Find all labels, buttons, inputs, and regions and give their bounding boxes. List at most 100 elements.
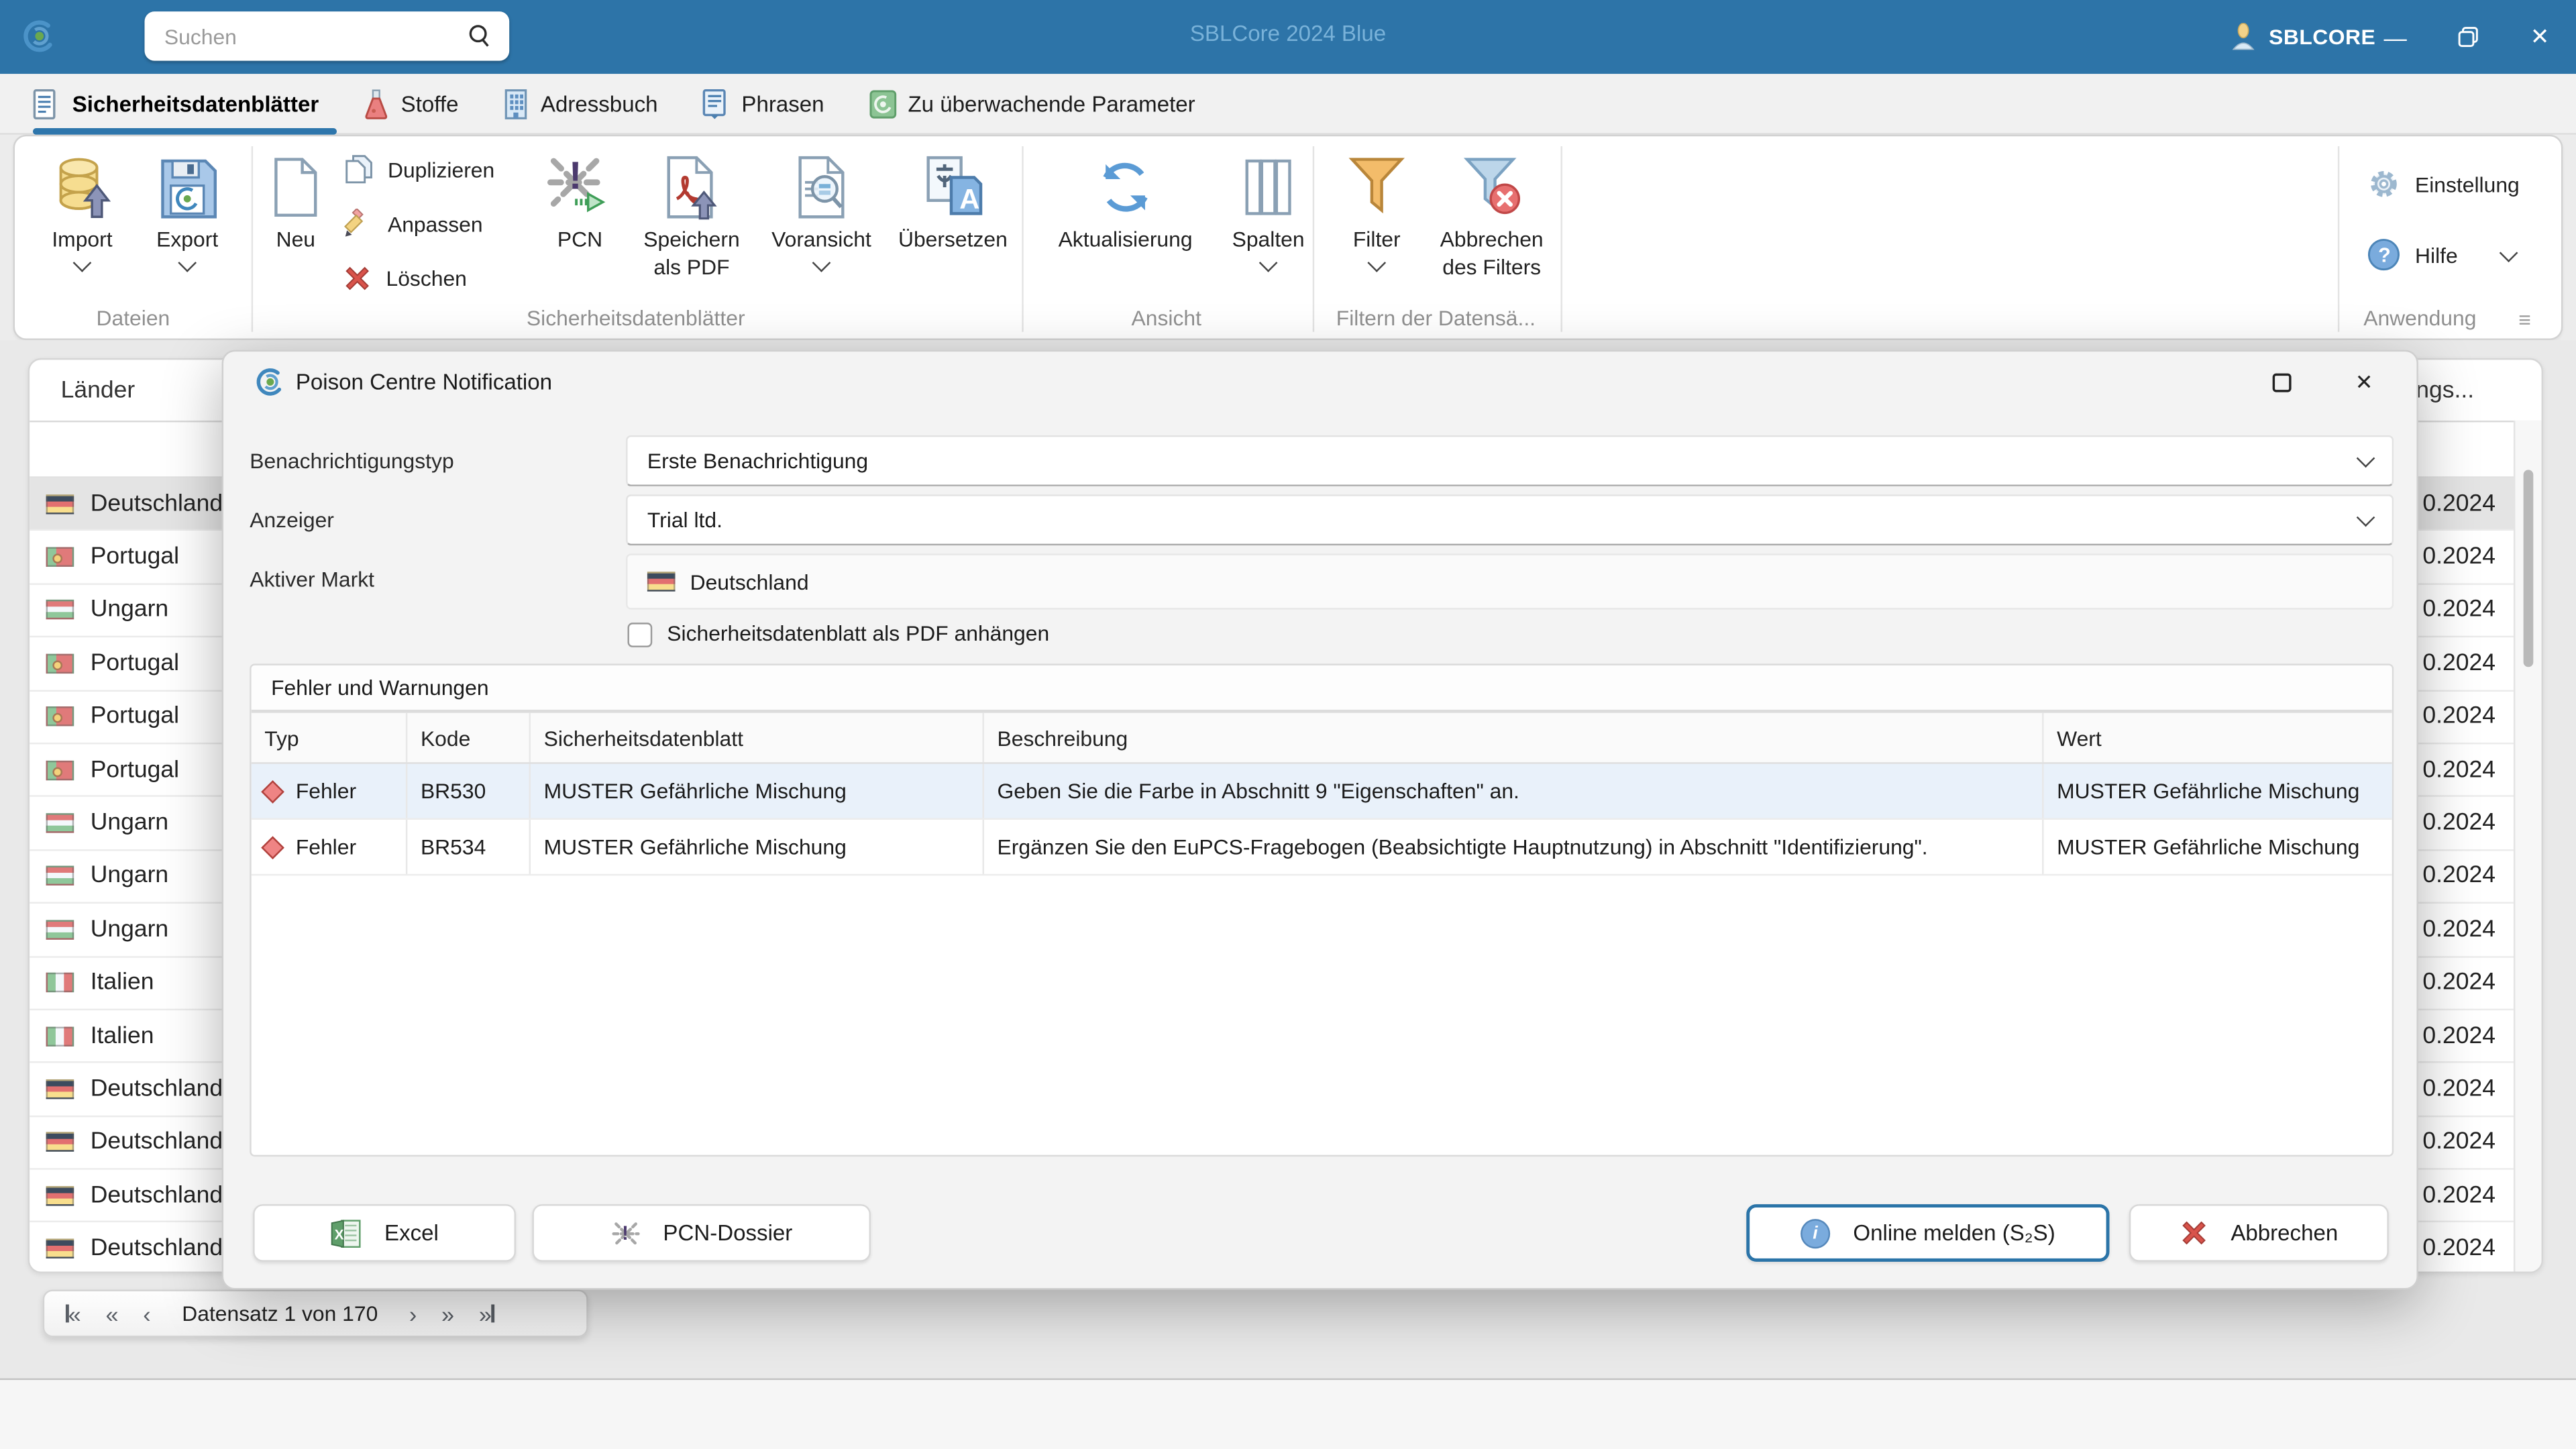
- hilfe-button[interactable]: ? Hilfe: [2367, 231, 2518, 278]
- column-header-kode[interactable]: Kode: [407, 712, 531, 763]
- flag-icon: [46, 547, 74, 568]
- export-button[interactable]: Export: [136, 150, 238, 272]
- refresh-icon: [1093, 150, 1159, 225]
- flag-icon: [46, 1079, 74, 1099]
- ribbon-group-label-filtern: Filtern der Datensä...: [1336, 305, 1536, 331]
- chevron-down-icon: [1367, 253, 1387, 272]
- flag-icon: [647, 572, 676, 592]
- scrollbar-thumb[interactable]: [2523, 470, 2534, 667]
- pcn-dossier-icon: !: [611, 1222, 639, 1244]
- tab-stoffe[interactable]: Stoffe: [363, 74, 458, 133]
- anpassen-button[interactable]: Anpassen: [343, 204, 527, 244]
- flag-icon: [46, 919, 74, 940]
- tab-adressbuch[interactable]: Adressbuch: [503, 74, 658, 133]
- dialog-logo-icon: [256, 368, 284, 396]
- tab-sicherheitsdatenblaetter[interactable]: Sicherheitsdatenblätter: [33, 74, 319, 133]
- ribbon-separator: [1312, 146, 1315, 332]
- dialog-abbrechen-button[interactable]: Abbrechen: [2129, 1204, 2389, 1262]
- cancel-x-icon: [2182, 1221, 2206, 1245]
- speichern-als-pdf-button[interactable]: Speichern als PDF: [633, 150, 751, 281]
- pcn-button[interactable]: ! PCN: [537, 150, 623, 253]
- next-record-button[interactable]: ›: [409, 1302, 417, 1325]
- einstellung-button[interactable]: Einstellung: [2367, 161, 2520, 207]
- filter-abbrechen-label-2: des Filters: [1442, 254, 1542, 280]
- ribbon-group-label-dateien: Dateien: [96, 305, 170, 331]
- loeschen-button[interactable]: Löschen: [343, 258, 527, 297]
- pcn-dossier-button[interactable]: ! PCN-Dossier: [532, 1204, 871, 1262]
- chevron-down-icon: [812, 253, 831, 272]
- datasheet-icon: [33, 88, 56, 119]
- neu-button[interactable]: Neu: [255, 150, 337, 253]
- import-button[interactable]: Import: [32, 150, 133, 272]
- maximize-restore-button[interactable]: [2431, 0, 2504, 74]
- error-row[interactable]: Fehler BR530 MUSTER Gefährliche Mischung…: [251, 763, 2392, 820]
- filter-button[interactable]: Filter: [1336, 150, 1417, 272]
- pdf-attach-checkbox-label: Sicherheitsdatenblatt als PDF anhängen: [667, 621, 1050, 646]
- error-type: Fehler: [295, 835, 357, 859]
- import-label: Import: [52, 226, 113, 252]
- close-button[interactable]: ✕: [2504, 0, 2576, 74]
- online-melden-button[interactable]: i Online melden (S₂S): [1746, 1204, 2110, 1262]
- type-dropdown[interactable]: Erste Benachrichtigung: [626, 435, 2394, 486]
- uebersetzen-label: Übersetzen: [898, 226, 1008, 252]
- duplizieren-label: Duplizieren: [387, 156, 495, 182]
- spalten-button[interactable]: Spalten: [1224, 150, 1312, 272]
- last-record-button[interactable]: »: [479, 1302, 494, 1325]
- aktualisierung-button[interactable]: Aktualisierung: [1040, 150, 1211, 253]
- tab-phrasen[interactable]: Phrasen: [702, 74, 824, 133]
- column-header-sdb[interactable]: Sicherheitsdatenblatt: [531, 712, 984, 763]
- pcn-icon: !: [547, 150, 613, 225]
- online-melden-button-label: Online melden (S₂S): [1853, 1220, 2055, 1246]
- pdf-attach-checkbox[interactable]: [627, 623, 653, 647]
- excel-icon: X: [331, 1219, 361, 1247]
- flag-icon: [46, 973, 74, 993]
- type-field-label: Benachrichtigungstyp: [250, 448, 454, 474]
- dialog-close-button[interactable]: ✕: [2341, 362, 2387, 405]
- account-button[interactable]: SBLCORE: [2231, 0, 2375, 74]
- record-counter: Datensatz 1 von 170: [182, 1301, 378, 1326]
- monitored-parameters-icon: [869, 89, 896, 118]
- error-description: Ergänzen Sie den EuPCS-Fragebogen (Beabs…: [984, 820, 2044, 874]
- duplizieren-button[interactable]: Duplizieren: [343, 150, 527, 189]
- prev-record-button[interactable]: ‹: [143, 1302, 150, 1325]
- markt-value: Deutschland: [690, 569, 809, 594]
- next-page-button[interactable]: »: [441, 1302, 454, 1325]
- filter-funnel-icon: [1347, 150, 1406, 225]
- error-row[interactable]: Fehler BR534 MUSTER Gefährliche Mischung…: [251, 820, 2392, 876]
- column-header-wert[interactable]: Wert: [2044, 713, 2392, 762]
- voransicht-button[interactable]: Voransicht: [757, 150, 885, 272]
- error-sds: MUSTER Gefährliche Mischung: [531, 763, 984, 818]
- tab-label: Sicherheitsdatenblätter: [72, 91, 319, 116]
- first-record-button[interactable]: «: [65, 1302, 81, 1325]
- chevron-down-icon: [72, 253, 92, 272]
- preview-icon: [794, 150, 849, 225]
- ribbon-group-label-anwendung: Anwendung: [2363, 305, 2477, 331]
- tab-label: Zu überwachende Parameter: [908, 91, 1195, 116]
- prev-page-button[interactable]: «: [105, 1302, 118, 1325]
- tab-parameter[interactable]: Zu überwachende Parameter: [869, 74, 1195, 133]
- flag-icon: [46, 1132, 74, 1152]
- excel-button[interactable]: X Excel: [253, 1204, 516, 1262]
- poison-centre-notification-dialog: Poison Centre Notification ✕ Benachricht…: [221, 350, 2418, 1290]
- column-header-typ[interactable]: Typ: [252, 712, 408, 763]
- footer-strip: [0, 1380, 2576, 1449]
- uebersetzen-button[interactable]: A Übersetzen: [892, 150, 1014, 253]
- filter-abbrechen-button[interactable]: Abbrechen des Filters: [1424, 150, 1559, 281]
- einstellung-label: Einstellung: [2415, 171, 2520, 197]
- pencil-icon: [344, 209, 364, 237]
- dialog-maximize-button[interactable]: [2259, 362, 2305, 405]
- loeschen-label: Löschen: [386, 265, 467, 290]
- column-header-beschreibung[interactable]: Beschreibung: [984, 712, 2044, 763]
- clear-filter-icon: [1459, 150, 1525, 225]
- group-options-icon[interactable]: ≡: [2518, 307, 2531, 332]
- chevron-down-icon: [2356, 508, 2375, 527]
- abbrechen-button-label: Abbrechen: [2231, 1220, 2339, 1246]
- record-navigator: « « ‹ Datensatz 1 von 170 › » »: [42, 1289, 588, 1338]
- minimize-button[interactable]: —: [2359, 0, 2432, 74]
- errors-warnings-panel: Fehler und Warnungen Typ Kode Sicherheit…: [250, 663, 2394, 1157]
- anzeiger-dropdown[interactable]: Trial ltd.: [626, 494, 2394, 546]
- column-header-laender[interactable]: Länder: [61, 377, 136, 403]
- user-icon: [2232, 23, 2255, 50]
- vertical-scrollbar[interactable]: [2513, 420, 2542, 1272]
- chevron-down-icon: [1258, 253, 1278, 272]
